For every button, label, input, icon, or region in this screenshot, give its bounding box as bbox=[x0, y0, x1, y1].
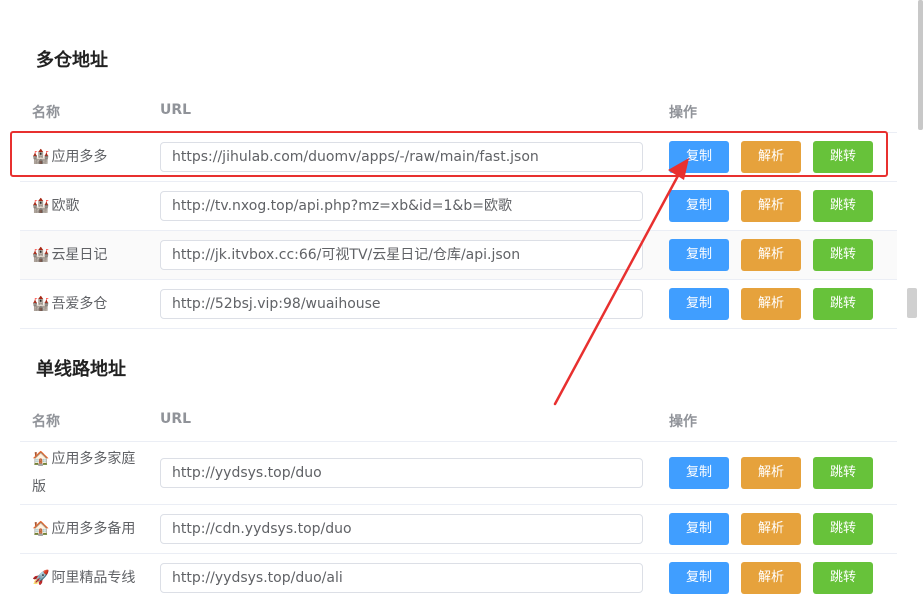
header-url: URL bbox=[160, 102, 192, 118]
castle-icon: 🏰 bbox=[32, 247, 50, 263]
header-name: 名称 bbox=[32, 105, 60, 121]
scrollbar-thumb-inner[interactable] bbox=[907, 288, 917, 318]
url-input[interactable]: http://jk.itvbox.cc:66/可视TV/云星日记/仓库/api.… bbox=[160, 240, 643, 270]
copy-button[interactable]: 复制 bbox=[669, 513, 729, 545]
castle-icon: 🏰 bbox=[32, 149, 50, 165]
parse-button[interactable]: 解析 bbox=[741, 190, 801, 222]
url-input[interactable]: http://52bsj.vip:98/wuaihouse bbox=[160, 289, 643, 319]
parse-button[interactable]: 解析 bbox=[741, 239, 801, 271]
parse-button[interactable]: 解析 bbox=[741, 562, 801, 594]
table-row: 🏰 应用多多 https://jihulab.com/duomv/apps/-/r… bbox=[20, 133, 897, 182]
row-name: 🏰 应用多多 bbox=[32, 143, 142, 171]
table-header: 名称 URL 操作 bbox=[20, 92, 897, 133]
jump-button[interactable]: 跳转 bbox=[813, 513, 873, 545]
url-input[interactable]: https://jihulab.com/duomv/apps/-/raw/mai… bbox=[160, 142, 643, 172]
jump-button[interactable]: 跳转 bbox=[813, 190, 873, 222]
row-name: 🏠 应用多多家庭版 bbox=[32, 445, 142, 501]
copy-button[interactable]: 复制 bbox=[669, 562, 729, 594]
main-content: 多仓地址 名称 URL 操作 🏰 应用多多 https://jihulab.com… bbox=[20, 0, 897, 602]
parse-button[interactable]: 解析 bbox=[741, 457, 801, 489]
castle-icon: 🏰 bbox=[32, 296, 50, 312]
jump-button[interactable]: 跳转 bbox=[813, 457, 873, 489]
copy-button[interactable]: 复制 bbox=[669, 457, 729, 489]
row-name: 🏰 吾爱多仓 bbox=[32, 290, 142, 318]
house-icon: 🏠 bbox=[32, 521, 50, 537]
house-icon: 🏠 bbox=[32, 451, 50, 467]
url-input[interactable]: http://cdn.yydsys.top/duo bbox=[160, 514, 643, 544]
jump-button[interactable]: 跳转 bbox=[813, 562, 873, 594]
section-title-multi-repo: 多仓地址 bbox=[36, 50, 108, 71]
jump-button[interactable]: 跳转 bbox=[813, 288, 873, 320]
row-name: 🏠 应用多多备用 bbox=[32, 515, 162, 543]
jump-button[interactable]: 跳转 bbox=[813, 141, 873, 173]
url-input[interactable]: http://yydsys.top/duo bbox=[160, 458, 643, 488]
jump-button[interactable]: 跳转 bbox=[813, 239, 873, 271]
header-actions: 操作 bbox=[669, 105, 697, 121]
parse-button[interactable]: 解析 bbox=[741, 141, 801, 173]
table-row: 🏰 欧歌 http://tv.nxog.top/api.php?mz=xb&id=… bbox=[20, 182, 897, 231]
row-name: 🏰 欧歌 bbox=[32, 192, 142, 220]
row-name: 🏰 云星日记 bbox=[32, 241, 142, 269]
copy-button[interactable]: 复制 bbox=[669, 190, 729, 222]
table-row: 🚀 阿里精品专线 http://yydsys.top/duo/ali 复制 解析 … bbox=[20, 554, 897, 602]
url-input[interactable]: http://yydsys.top/duo/ali bbox=[160, 563, 643, 593]
table-row: 🏠 应用多多家庭版 http://yydsys.top/duo 复制 解析 跳转 bbox=[20, 442, 897, 505]
header-url: URL bbox=[160, 411, 192, 427]
header-actions: 操作 bbox=[669, 414, 697, 430]
row-name: 🚀 阿里精品专线 bbox=[32, 564, 162, 592]
copy-button[interactable]: 复制 bbox=[669, 141, 729, 173]
parse-button[interactable]: 解析 bbox=[741, 513, 801, 545]
table-row: 🏠 应用多多备用 http://cdn.yydsys.top/duo 复制 解析 … bbox=[20, 505, 897, 554]
header-name: 名称 bbox=[32, 414, 60, 430]
rocket-icon: 🚀 bbox=[32, 570, 50, 586]
copy-button[interactable]: 复制 bbox=[669, 239, 729, 271]
copy-button[interactable]: 复制 bbox=[669, 288, 729, 320]
table-header: 名称 URL 操作 bbox=[20, 401, 897, 442]
parse-button[interactable]: 解析 bbox=[741, 288, 801, 320]
section-title-single-line: 单线路地址 bbox=[36, 359, 126, 380]
scrollbar-thumb[interactable] bbox=[918, 0, 923, 130]
table-row: 🏰 云星日记 http://jk.itvbox.cc:66/可视TV/云星日记/仓… bbox=[20, 231, 897, 280]
url-input[interactable]: http://tv.nxog.top/api.php?mz=xb&id=1&b=… bbox=[160, 191, 643, 221]
table-row: 🏰 吾爱多仓 http://52bsj.vip:98/wuaihouse 复制 解… bbox=[20, 280, 897, 329]
castle-icon: 🏰 bbox=[32, 198, 50, 214]
